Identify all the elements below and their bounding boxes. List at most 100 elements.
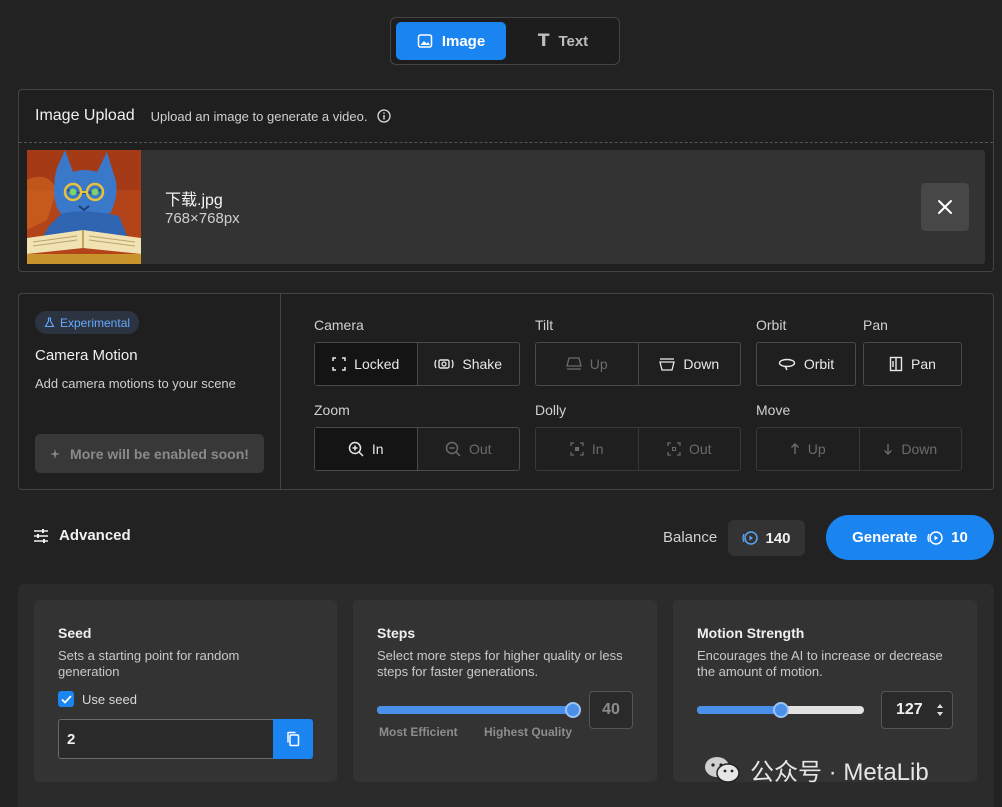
balance-pill: 140 xyxy=(728,520,805,556)
arrow-up-icon xyxy=(790,443,800,455)
zoom-in-label: In xyxy=(371,441,384,457)
sliders-icon xyxy=(33,528,49,544)
close-icon xyxy=(937,199,953,215)
steps-description: Select more steps for higher quality or … xyxy=(377,648,623,679)
camera-locked-label: Locked xyxy=(354,356,400,372)
balance-label: Balance xyxy=(663,529,718,546)
remove-image-button[interactable] xyxy=(921,183,969,231)
tilt-up-option[interactable]: Up xyxy=(536,343,639,385)
move-up-label: Up xyxy=(807,441,826,457)
tilt-up-label: Up xyxy=(589,356,608,372)
steps-card: Steps Select more steps for higher quali… xyxy=(353,600,657,782)
use-seed-checkbox[interactable] xyxy=(58,691,74,707)
image-mode-label: Image xyxy=(441,32,486,50)
copy-seed-button[interactable] xyxy=(273,719,313,759)
motion-strength-title: Motion Strength xyxy=(697,625,805,641)
watermark: 公众号 · MetaLib xyxy=(704,752,929,787)
text-icon: T xyxy=(537,31,550,51)
advanced-toggle[interactable]: Advanced xyxy=(33,527,131,544)
tilt-down-option[interactable]: Down xyxy=(639,343,741,385)
move-down-option[interactable]: Down xyxy=(860,428,962,470)
uploaded-image-thumbnail xyxy=(27,150,141,264)
motion-slider-thumb[interactable] xyxy=(772,702,789,718)
upload-subtitle: Upload an image to generate a video. xyxy=(150,108,368,124)
zoom-segmented-control: In Out xyxy=(314,427,520,471)
motion-strength-description: Encourages the AI to increase or decreas… xyxy=(697,648,943,679)
camera-group-label: Camera xyxy=(314,317,364,333)
orbit-option[interactable]: Orbit xyxy=(757,343,855,385)
motion-strength-slider[interactable] xyxy=(697,702,864,718)
experimental-badge: Experimental xyxy=(35,311,140,334)
zoom-group-label: Zoom xyxy=(314,402,350,418)
experimental-label: Experimental xyxy=(60,315,131,330)
credits-icon xyxy=(927,530,943,546)
pan-group-label: Pan xyxy=(863,317,888,333)
more-coming-soon-label: More will be enabled soon! xyxy=(70,445,249,462)
orbit-group-label: Orbit xyxy=(756,317,787,333)
upload-title: Image Upload xyxy=(35,107,135,124)
move-up-option[interactable]: Up xyxy=(757,428,860,470)
pan-icon xyxy=(889,356,903,372)
camera-segmented-control: Locked Shake xyxy=(314,342,520,386)
dolly-in-option[interactable]: In xyxy=(536,428,639,470)
motion-strength-input[interactable]: 127 xyxy=(881,691,953,729)
zoom-out-icon xyxy=(445,441,461,457)
camera-locked-option[interactable]: Locked xyxy=(315,343,418,385)
seed-input[interactable]: 2 xyxy=(58,719,274,759)
text-mode-button[interactable]: T Text xyxy=(511,22,615,60)
file-name: 下载.jpg xyxy=(165,192,223,209)
use-seed-row: Use seed xyxy=(58,691,137,707)
zoom-out-label: Out xyxy=(468,441,492,457)
camera-motion-panel: Experimental Camera Motion Add camera mo… xyxy=(18,293,994,490)
steps-slider-fill xyxy=(377,706,573,714)
generate-button[interactable]: Generate 10 xyxy=(826,515,994,560)
orbit-control: Orbit xyxy=(756,342,856,386)
camera-motion-subtitle: Add camera motions to your scene xyxy=(35,376,236,391)
pan-control: Pan xyxy=(863,342,962,386)
dashed-divider xyxy=(19,142,993,143)
motion-strength-value: 127 xyxy=(896,701,923,718)
dolly-in-icon xyxy=(570,442,584,456)
steps-slider-thumb[interactable] xyxy=(565,702,581,718)
file-dimensions: 768×768px xyxy=(165,210,240,227)
tilt-down-icon xyxy=(659,357,676,371)
info-icon[interactable] xyxy=(377,109,392,123)
tilt-group-label: Tilt xyxy=(535,317,554,333)
tilt-down-label: Down xyxy=(683,356,720,372)
upload-header: Image Upload Upload an image to generate… xyxy=(35,107,392,125)
seed-card: Seed Sets a starting point for random ge… xyxy=(34,600,337,782)
zoom-in-option[interactable]: In xyxy=(315,428,418,470)
checkmark-icon xyxy=(60,694,72,704)
dolly-out-label: Out xyxy=(688,441,712,457)
move-down-label: Down xyxy=(901,441,938,457)
steps-value[interactable]: 40 xyxy=(589,691,633,729)
move-group-label: Move xyxy=(756,402,791,418)
camera-motion-info: Experimental Camera Motion Add camera mo… xyxy=(19,294,281,489)
motion-slider-fill xyxy=(697,706,781,714)
dolly-out-option[interactable]: Out xyxy=(639,428,741,470)
balance-value: 140 xyxy=(765,529,791,547)
dolly-group-label: Dolly xyxy=(535,402,567,418)
shake-camera-icon xyxy=(434,357,455,371)
spinner-icon[interactable] xyxy=(936,702,944,718)
zoom-in-icon xyxy=(348,441,364,457)
move-segmented-control: Up Down xyxy=(756,427,962,471)
watermark-text: 公众号 · MetaLib xyxy=(750,759,929,786)
zoom-out-option[interactable]: Out xyxy=(418,428,520,470)
steps-title: Steps xyxy=(377,625,416,641)
pan-option[interactable]: Pan xyxy=(864,343,961,385)
image-mode-button[interactable]: Image xyxy=(396,22,506,60)
steps-slider[interactable] xyxy=(377,702,581,718)
image-upload-panel: Image Upload Upload an image to generate… xyxy=(18,89,994,272)
use-seed-label: Use seed xyxy=(82,691,137,707)
camera-shake-label: Shake xyxy=(462,356,503,372)
generate-label: Generate xyxy=(852,529,918,546)
orbit-label: Orbit xyxy=(803,356,835,372)
more-coming-soon-button: More will be enabled soon! xyxy=(35,434,264,473)
camera-shake-option[interactable]: Shake xyxy=(418,343,520,385)
dolly-segmented-control: In Out xyxy=(535,427,741,471)
steps-min-label: Most Efficient xyxy=(379,725,458,739)
sparkle-icon xyxy=(50,448,62,460)
copy-icon xyxy=(286,731,300,747)
seed-description: Sets a starting point for random generat… xyxy=(58,648,240,679)
